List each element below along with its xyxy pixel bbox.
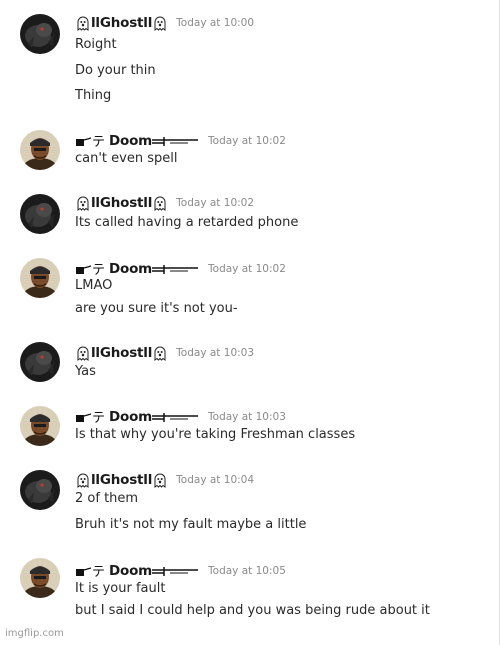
dark-creature-avatar-icon [20, 14, 60, 54]
message-line: Its called having a retarded phone [75, 215, 299, 230]
message-line: It is your fault [75, 581, 166, 596]
gun-glyph-icon: テ [75, 133, 109, 149]
username[interactable]: llGhostll [91, 345, 152, 361]
svg-text:テ: テ [92, 135, 105, 149]
man-with-bandana-avatar-icon [20, 130, 60, 170]
message-line: Roight [75, 37, 117, 52]
svg-text:テ: テ [92, 263, 105, 277]
man-with-bandana-avatar-icon [20, 406, 60, 446]
timestamp: Today at 10:03 [176, 346, 255, 359]
username[interactable]: Doom [109, 133, 152, 149]
message-line: Bruh it's not my fault maybe a little [75, 517, 307, 532]
chat-log: llGhostll Today at 10:00 Roight Do your … [0, 0, 500, 645]
avatar-doom[interactable] [20, 258, 60, 298]
message-line: Yas [75, 364, 96, 379]
username[interactable]: Doom [109, 409, 152, 425]
message-line: are you sure it's not you- [75, 301, 238, 316]
avatar-llghostll[interactable] [20, 194, 60, 234]
message-line: LMAO [75, 278, 113, 293]
avatar-llghostll[interactable] [20, 470, 60, 510]
ghost-emoji-icon [152, 195, 168, 211]
ghost-emoji-icon [75, 195, 91, 211]
avatar-doom[interactable] [20, 130, 60, 170]
sword-glyph-icon [152, 261, 200, 277]
avatar-llghostll[interactable] [20, 14, 60, 54]
timestamp: Today at 10:00 [176, 16, 255, 29]
message-header: llGhostll Today at 10:00 [75, 12, 254, 32]
timestamp: Today at 10:02 [208, 134, 286, 147]
message-line: can't even spell [75, 151, 178, 166]
svg-text:テ: テ [92, 565, 105, 579]
message-line: 2 of them [75, 491, 139, 506]
watermark: imgflip.com [5, 628, 64, 639]
timestamp: Today at 10:05 [208, 564, 286, 577]
message-header: テ Doom Today at 10:05 [75, 560, 286, 580]
message-header: テ Doom Today at 10:02 [75, 130, 286, 150]
man-with-bandana-avatar-icon [20, 558, 60, 598]
ghost-emoji-icon [75, 345, 91, 361]
username[interactable]: Doom [109, 261, 152, 277]
sword-glyph-icon [152, 133, 200, 149]
ghost-emoji-icon [152, 472, 168, 488]
message-line: Is that why you're taking Freshman class… [75, 427, 356, 442]
dark-creature-avatar-icon [20, 342, 60, 382]
timestamp: Today at 10:03 [208, 410, 286, 423]
message-header: テ Doom Today at 10:02 [75, 258, 286, 278]
ghost-emoji-icon [75, 472, 91, 488]
timestamp: Today at 10:04 [176, 473, 255, 486]
message-line: but I said I could help and you was bein… [75, 603, 430, 618]
timestamp: Today at 10:02 [176, 196, 255, 209]
avatar-doom[interactable] [20, 558, 60, 598]
message-header: llGhostll Today at 10:02 [75, 192, 254, 212]
ghost-emoji-icon [75, 15, 91, 31]
message-header: llGhostll Today at 10:04 [75, 469, 254, 489]
message-header: llGhostll Today at 10:03 [75, 342, 254, 362]
sword-glyph-icon [152, 409, 200, 425]
svg-text:テ: テ [92, 411, 105, 425]
dark-creature-avatar-icon [20, 194, 60, 234]
message-line: Thing [75, 88, 112, 103]
gun-glyph-icon: テ [75, 563, 109, 579]
message-header: テ Doom Today at 10:03 [75, 406, 286, 426]
avatar-llghostll[interactable] [20, 342, 60, 382]
username[interactable]: llGhostll [91, 195, 152, 211]
ghost-emoji-icon [152, 345, 168, 361]
message-line: Do your thin [75, 63, 156, 78]
timestamp: Today at 10:02 [208, 262, 286, 275]
gun-glyph-icon: テ [75, 261, 109, 277]
avatar-doom[interactable] [20, 406, 60, 446]
username[interactable]: llGhostll [91, 472, 152, 488]
man-with-bandana-avatar-icon [20, 258, 60, 298]
sword-glyph-icon [152, 563, 200, 579]
username[interactable]: Doom [109, 563, 152, 579]
ghost-emoji-icon [152, 15, 168, 31]
dark-creature-avatar-icon [20, 470, 60, 510]
username[interactable]: llGhostll [91, 15, 152, 31]
gun-glyph-icon: テ [75, 409, 109, 425]
